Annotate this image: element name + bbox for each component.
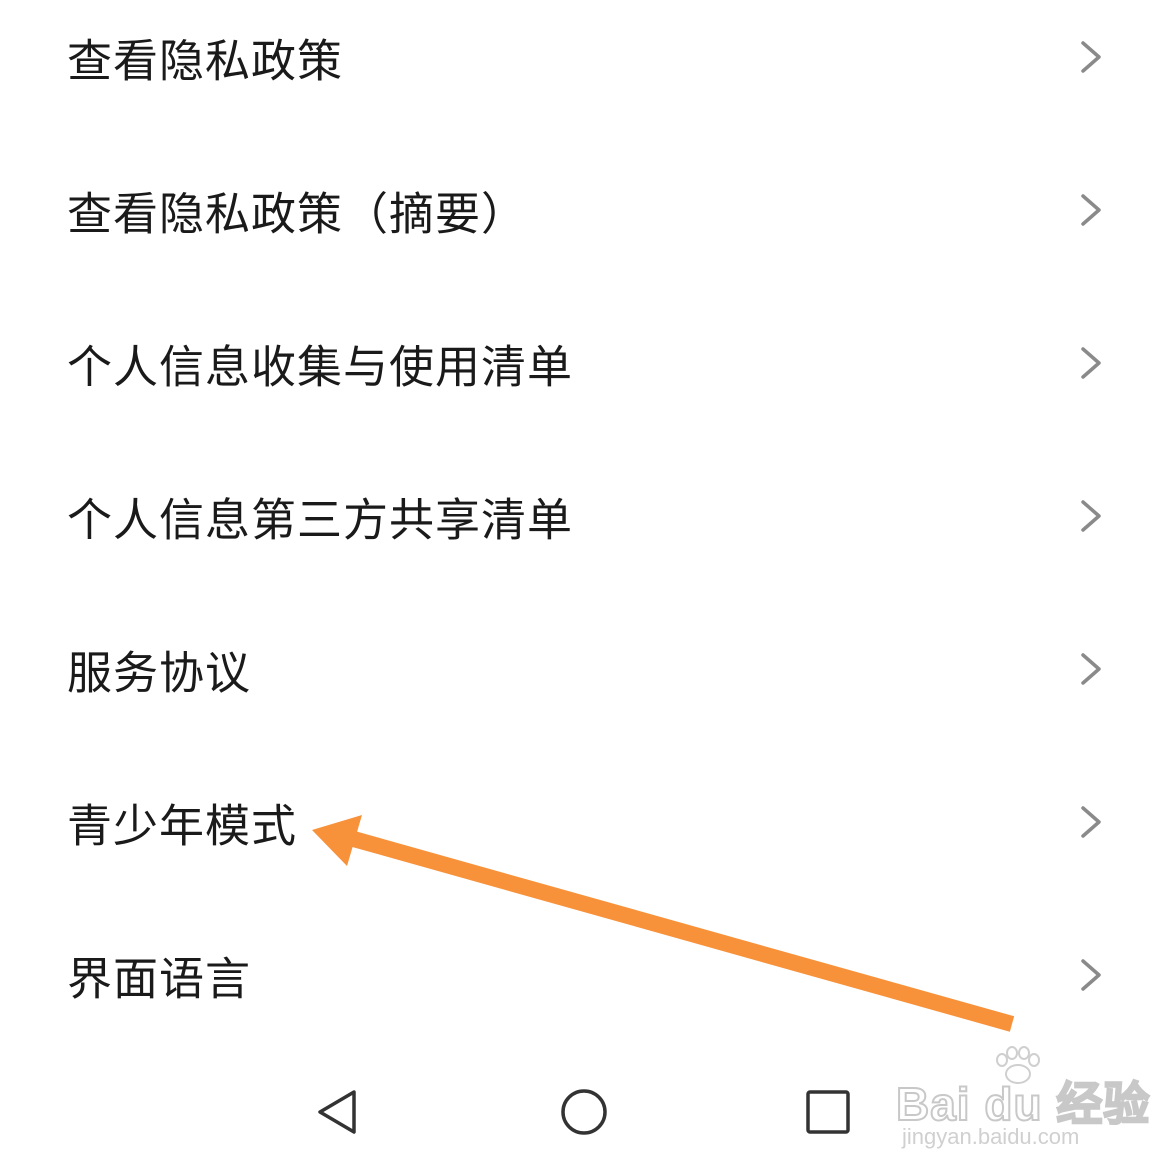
menu-item-label: 个人信息收集与使用清单 — [67, 340, 574, 394]
circle-home-icon[interactable] — [556, 1084, 612, 1140]
chevron-right-icon — [1081, 347, 1101, 379]
menu-item-label: 查看隐私政策 — [67, 34, 344, 88]
menu-item-privacy-policy[interactable]: 查看隐私政策 — [0, 2, 1172, 112]
watermark-url: jingyan.baidu.com — [902, 1124, 1080, 1149]
chevron-right-icon — [1081, 500, 1101, 532]
menu-item-label: 查看隐私政策（摘要） — [67, 187, 528, 241]
menu-item-label: 青少年模式 — [67, 799, 298, 853]
chevron-right-icon — [1081, 806, 1101, 838]
menu-item-label: 界面语言 — [67, 952, 252, 1006]
menu-item-personal-info-collection[interactable]: 个人信息收集与使用清单 — [0, 308, 1172, 418]
square-recents-icon[interactable] — [800, 1084, 856, 1140]
chevron-right-icon — [1081, 653, 1101, 685]
menu-item-interface-language[interactable]: 界面语言 — [0, 920, 1172, 1030]
chevron-right-icon — [1081, 959, 1101, 991]
menu-item-label: 个人信息第三方共享清单 — [67, 493, 574, 547]
menu-item-privacy-policy-summary[interactable]: 查看隐私政策（摘要） — [0, 155, 1172, 265]
menu-item-label: 服务协议 — [67, 646, 252, 700]
baidu-jingyan-watermark: Bai du 经验 jingyan.baidu.com — [895, 1040, 1150, 1160]
chevron-right-icon — [1081, 41, 1101, 73]
menu-item-teen-mode[interactable]: 青少年模式 — [0, 767, 1172, 877]
chevron-right-icon — [1081, 194, 1101, 226]
menu-item-third-party-sharing[interactable]: 个人信息第三方共享清单 — [0, 461, 1172, 571]
menu-item-service-agreement[interactable]: 服务协议 — [0, 614, 1172, 724]
triangle-back-icon[interactable] — [310, 1084, 366, 1140]
